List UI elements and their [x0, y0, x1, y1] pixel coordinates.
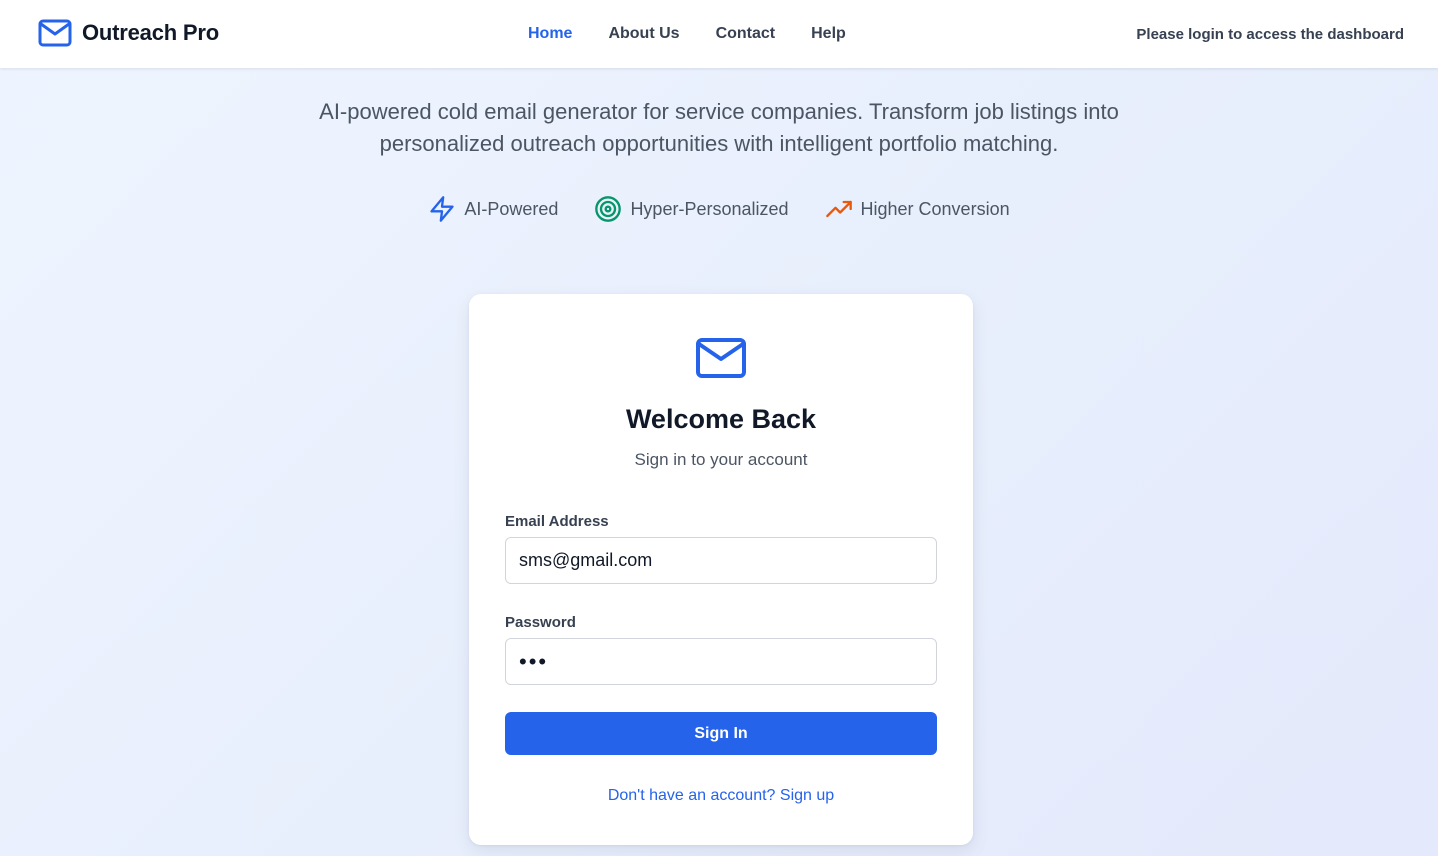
- feature-label: Higher Conversion: [860, 198, 1010, 219]
- brand-name: Outreach Pro: [82, 20, 219, 45]
- target-icon: [595, 196, 622, 222]
- brand-logo[interactable]: Outreach Pro: [38, 17, 219, 49]
- nav-help-link[interactable]: Help: [793, 25, 864, 43]
- feature-higher-conversion: Higher Conversion: [825, 195, 1010, 223]
- nav-about-link[interactable]: About Us: [590, 25, 697, 43]
- password-label: Password: [505, 614, 576, 631]
- signup-row: Don't have an account? Sign up: [469, 787, 973, 805]
- login-status-note: Please login to access the dashboard: [1136, 25, 1404, 43]
- login-title: Welcome Back: [625, 404, 817, 434]
- feature-label: AI-Powered: [464, 198, 559, 219]
- nav-contact-link[interactable]: Contact: [698, 25, 794, 43]
- feature-hyper-personalized: Hyper-Personalized: [594, 195, 789, 223]
- mail-icon: [38, 19, 72, 47]
- main-nav: Home About Us Contact Help: [510, 0, 864, 68]
- mail-icon: [696, 338, 746, 378]
- tagline-line-2: personalized outreach opportunities with…: [379, 131, 1059, 156]
- feature-list: AI-Powered Hyper-Personalized Higher Con…: [0, 192, 1438, 226]
- hero-tagline: AI-powered cold email generator for serv…: [219, 96, 1219, 160]
- email-field[interactable]: [505, 537, 937, 584]
- sign-up-link[interactable]: Don't have an account? Sign up: [608, 787, 834, 804]
- nav-home-link[interactable]: Home: [510, 25, 590, 43]
- top-navbar: Outreach Pro Home About Us Contact Help …: [0, 0, 1438, 68]
- login-card: Welcome Back Sign in to your account Ema…: [469, 294, 973, 845]
- login-subtitle: Sign in to your account: [634, 450, 808, 469]
- email-label: Email Address: [505, 513, 609, 530]
- password-field[interactable]: [505, 638, 937, 685]
- sign-in-button[interactable]: Sign In: [505, 712, 937, 755]
- feature-ai-powered: AI-Powered: [428, 195, 558, 223]
- tagline-line-1: AI-powered cold email generator for serv…: [319, 99, 1119, 124]
- feature-label: Hyper-Personalized: [630, 198, 789, 219]
- lightning-icon: [430, 196, 455, 222]
- trending-up-icon: [825, 200, 852, 218]
